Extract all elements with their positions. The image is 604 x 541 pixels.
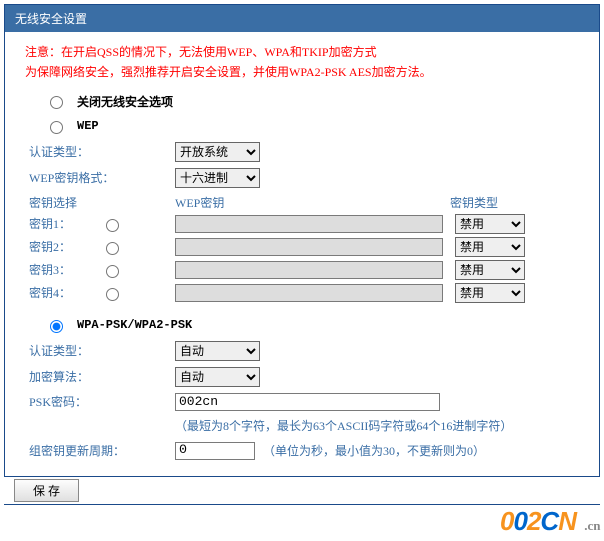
- wpa-group-key-row: 组密钥更新周期： （单位为秒，最小值为30，不更新则为0）: [25, 442, 579, 460]
- wpa-section: 认证类型： 自动 加密算法： 自动 PSK密码： （最短为8个字符，最长为63个…: [25, 341, 579, 460]
- wep-key4-type[interactable]: 禁用: [455, 283, 525, 303]
- option-disable[interactable]: 关闭无线安全选项: [45, 93, 579, 110]
- wep-key3-radio[interactable]: [106, 265, 119, 278]
- option-wep-label: WEP: [77, 119, 99, 133]
- wep-key1-type[interactable]: 禁用: [455, 214, 525, 234]
- wep-auth-type-label: 认证类型：: [25, 143, 175, 160]
- save-button[interactable]: 保 存: [14, 479, 79, 502]
- watermark: 002CN .cn: [500, 506, 600, 537]
- wep-auth-type-select[interactable]: 开放系统: [175, 142, 260, 162]
- radio-wpa[interactable]: [50, 320, 63, 333]
- wep-key-row-3: 密钥3： 禁用: [25, 260, 579, 280]
- wireless-security-panel: 无线安全设置 注意：在开启QSS的情况下，无法使用WEP、WPA和TKIP加密方…: [4, 4, 600, 477]
- wep-key3-type[interactable]: 禁用: [455, 260, 525, 280]
- wep-key4-label: 密钥4：: [29, 284, 71, 301]
- wep-key2-type[interactable]: 禁用: [455, 237, 525, 257]
- wep-key2-radio[interactable]: [106, 242, 119, 255]
- button-bar: 保 存: [4, 476, 600, 505]
- wpa-psk-hint: （最短为8个字符，最长为63个ASCII码字符或64个16进制字符）: [175, 417, 579, 434]
- notice-line-1: 注意：在开启QSS的情况下，无法使用WEP、WPA和TKIP加密方式: [25, 42, 579, 62]
- radio-disable[interactable]: [50, 96, 63, 109]
- radio-wep[interactable]: [50, 121, 63, 134]
- wpa-psk-row: PSK密码：: [25, 393, 579, 411]
- option-wpa[interactable]: WPA-PSK/WPA2-PSK: [45, 317, 579, 333]
- wep-key-format-row: WEP密钥格式： 十六进制: [25, 168, 579, 188]
- wep-key-row-2: 密钥2： 禁用: [25, 237, 579, 257]
- panel-body: 注意：在开启QSS的情况下，无法使用WEP、WPA和TKIP加密方式 为保障网络…: [5, 32, 599, 476]
- wep-key-row-1: 密钥1： 禁用: [25, 214, 579, 234]
- wep-key-format-label: WEP密钥格式：: [25, 169, 175, 186]
- wpa-cipher-label: 加密算法：: [25, 368, 175, 385]
- option-wpa-label: WPA-PSK/WPA2-PSK: [77, 318, 192, 332]
- header-key-type: 密钥类型: [450, 194, 550, 211]
- option-disable-label: 关闭无线安全选项: [77, 93, 173, 110]
- wep-auth-type-row: 认证类型： 开放系统: [25, 142, 579, 162]
- notice-text: 注意：在开启QSS的情况下，无法使用WEP、WPA和TKIP加密方式 为保障网络…: [25, 42, 579, 83]
- header-wep-key: WEP密钥: [175, 194, 450, 211]
- wpa-group-key-hint: （单位为秒，最小值为30，不更新则为0）: [263, 442, 485, 459]
- wep-table-header: 密钥选择 WEP密钥 密钥类型: [25, 194, 579, 211]
- wep-key2-label: 密钥2：: [29, 238, 71, 255]
- header-key-select: 密钥选择: [25, 194, 175, 211]
- wpa-group-key-label: 组密钥更新周期：: [25, 442, 175, 459]
- option-wep[interactable]: WEP: [45, 118, 579, 134]
- wep-key4-input[interactable]: [175, 284, 443, 302]
- wep-key1-radio[interactable]: [106, 219, 119, 232]
- wpa-group-key-input[interactable]: [175, 442, 255, 460]
- wep-key1-input[interactable]: [175, 215, 443, 233]
- wep-key3-label: 密钥3：: [29, 261, 71, 278]
- wep-key2-input[interactable]: [175, 238, 443, 256]
- wep-key-format-select[interactable]: 十六进制: [175, 168, 260, 188]
- wep-key4-radio[interactable]: [106, 288, 119, 301]
- wpa-cipher-select[interactable]: 自动: [175, 367, 260, 387]
- wpa-cipher-row: 加密算法： 自动: [25, 367, 579, 387]
- wep-key3-input[interactable]: [175, 261, 443, 279]
- wpa-auth-type-row: 认证类型： 自动: [25, 341, 579, 361]
- wpa-auth-type-select[interactable]: 自动: [175, 341, 260, 361]
- wep-key1-label: 密钥1：: [29, 215, 71, 232]
- panel-title: 无线安全设置: [5, 5, 599, 32]
- wep-key-row-4: 密钥4： 禁用: [25, 283, 579, 303]
- wpa-psk-input[interactable]: [175, 393, 440, 411]
- wpa-auth-type-label: 认证类型：: [25, 342, 175, 359]
- wpa-psk-label: PSK密码：: [25, 393, 175, 410]
- notice-line-2: 为保障网络安全，强烈推荐开启安全设置，并使用WPA2-PSK AES加密方法。: [25, 62, 579, 82]
